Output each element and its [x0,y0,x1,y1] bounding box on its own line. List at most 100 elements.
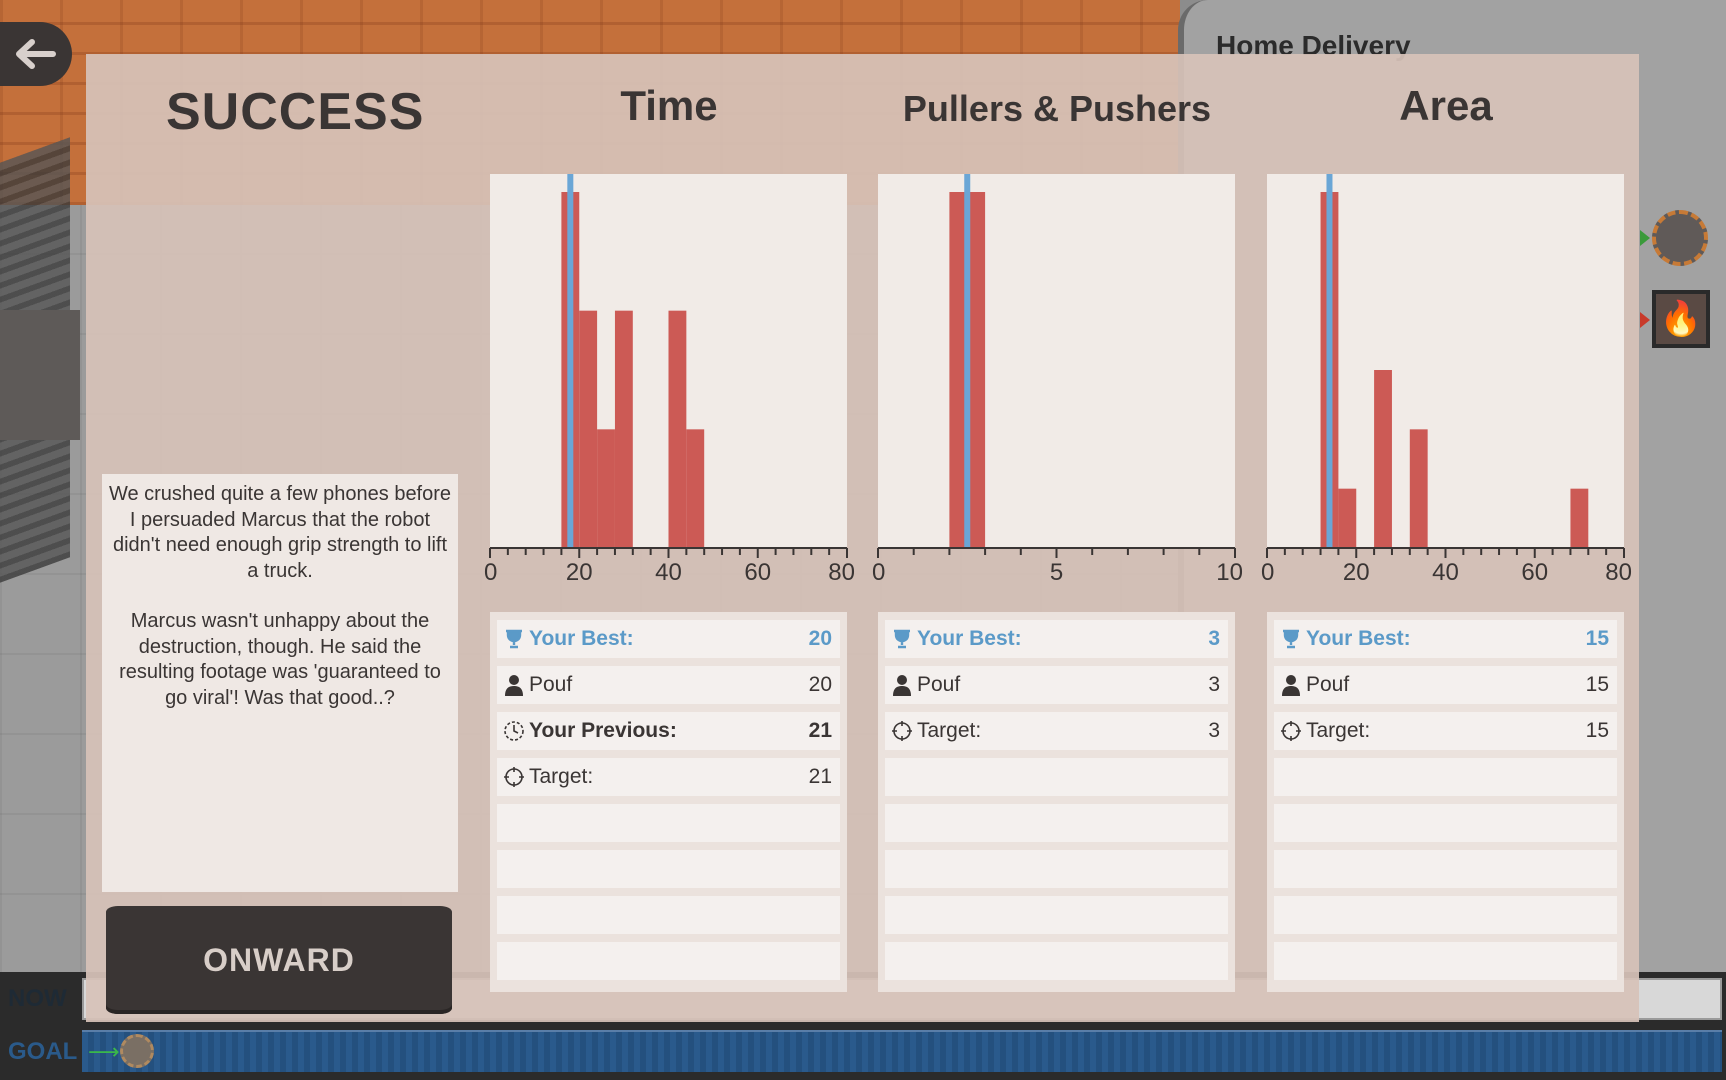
output-arrow-icon [1640,312,1650,328]
back-button[interactable] [0,22,72,86]
histogram-bar [579,310,598,548]
cog-icon [1652,210,1708,266]
empty-score-row [885,896,1228,934]
score-row: Your Best: 15 [1274,620,1617,658]
score-value: 15 [1585,673,1609,696]
your-score-marker [567,174,574,548]
histogram-bar [1570,488,1589,548]
clock-icon [503,720,525,742]
score-row: Your Previous: 21 [497,712,840,750]
score-label: Your Best: [1306,627,1411,650]
time-column-title: Time [620,82,718,129]
x-axis-tick-label: 5 [1050,559,1063,586]
trophy-icon [1280,628,1302,650]
result-modal: SUCCESS We crushed quite a few phones be… [86,54,1639,1022]
empty-score-row [1274,804,1617,842]
histogram-bar [1409,429,1428,548]
empty-score-row [497,850,840,888]
x-axis-tick-label: 80 [1605,559,1632,586]
score-label: Pouf [917,673,961,696]
onward-button[interactable]: ONWARD [106,906,452,1014]
histogram-bar [686,429,705,548]
story-paragraph: Marcus wasn't unhappy about the destruct… [119,610,441,709]
empty-score-row [1274,896,1617,934]
fire-icon: 🔥 [1652,290,1710,348]
pullers-pushers-histogram: 0 5 10 [872,174,1243,586]
goal-arrow-icon: ⟶ [88,1040,120,1065]
histogram-bar [1338,488,1357,548]
empty-score-row [885,850,1228,888]
person-icon [891,674,913,696]
empty-score-row [497,896,840,934]
histogram-bar [614,310,633,548]
histogram-bar [668,310,687,548]
goal-label: GOAL [8,1038,78,1065]
trophy-icon [891,628,913,650]
x-axis-tick-label: 60 [744,559,771,586]
area-column-title: Area [1399,82,1493,129]
x-axis-tick-label: 80 [828,559,855,586]
score-value: 15 [1585,719,1609,742]
empty-score-row [885,758,1228,796]
empty-score-row [885,942,1228,980]
now-label: NOW [8,985,67,1012]
score-row: Pouf 20 [497,666,840,704]
score-label: Target: [1306,719,1371,742]
score-value: 20 [808,627,832,650]
story-box: We crushed quite a few phones before I p… [102,474,458,892]
story-paragraph: We crushed quite a few phones before I p… [108,483,452,582]
pullers-pushers-column-title: Pullers & Pushers [902,88,1212,129]
x-axis-tick-label: 40 [1432,559,1459,586]
score-value: 3 [1208,719,1220,742]
target-icon [1280,720,1302,742]
x-axis-tick-label: 0 [872,559,885,586]
input-arrow-icon [1640,230,1650,246]
x-axis-tick-label: 20 [566,559,593,586]
your-score-marker [964,174,971,548]
time-score-panel: Your Best: 20 Pouf 20 Your Previous: 21 Target… [490,612,847,992]
goal-cog-icon [120,1034,154,1068]
score-row: Target: 3 [885,712,1228,750]
score-label: Target: [917,719,982,742]
your-score-marker [1326,174,1333,548]
score-value: 3 [1208,627,1220,650]
score-value: 3 [1208,673,1220,696]
x-axis-tick-label: 20 [1343,559,1370,586]
time-histogram: 0 20 40 60 80 [484,174,855,586]
score-label: Your Best: [529,627,634,650]
empty-score-row [1274,942,1617,980]
x-axis-tick-label: 0 [1261,559,1274,586]
score-value: 21 [808,765,832,788]
histogram-bar [1374,370,1392,548]
empty-score-row [1274,850,1617,888]
score-row: Pouf 15 [1274,666,1617,704]
score-label: Your Best: [917,627,1022,650]
x-axis-tick-label: 40 [655,559,682,586]
person-icon [503,674,525,696]
area-score-panel: Your Best: 15 Pouf 15 Target: 15 [1267,612,1624,992]
empty-score-row [497,942,840,980]
pullers-pushers-score-panel: Your Best: 3 Pouf 3 Target: 3 [878,612,1235,992]
score-row: Target: 15 [1274,712,1617,750]
arrow-left-icon [16,39,56,69]
score-row: Target: 21 [497,758,840,796]
histogram-bar [597,429,615,548]
empty-score-row [497,804,840,842]
score-value: 21 [808,719,832,742]
area-histogram: 0 20 40 60 80 [1261,174,1632,586]
score-value: 20 [808,673,832,696]
target-icon [891,720,913,742]
score-row: Your Best: 3 [885,620,1228,658]
score-value: 15 [1585,627,1609,650]
score-label: Pouf [529,673,573,696]
x-axis-tick-label: 10 [1216,559,1243,586]
score-row: Your Best: 20 [497,620,840,658]
trophy-icon [503,628,525,650]
empty-score-row [1274,758,1617,796]
score-row: Pouf 3 [885,666,1228,704]
machine [0,310,80,440]
empty-score-row [885,804,1228,842]
score-label: Pouf [1306,673,1350,696]
score-label: Target: [529,765,594,788]
person-icon [1280,674,1302,696]
